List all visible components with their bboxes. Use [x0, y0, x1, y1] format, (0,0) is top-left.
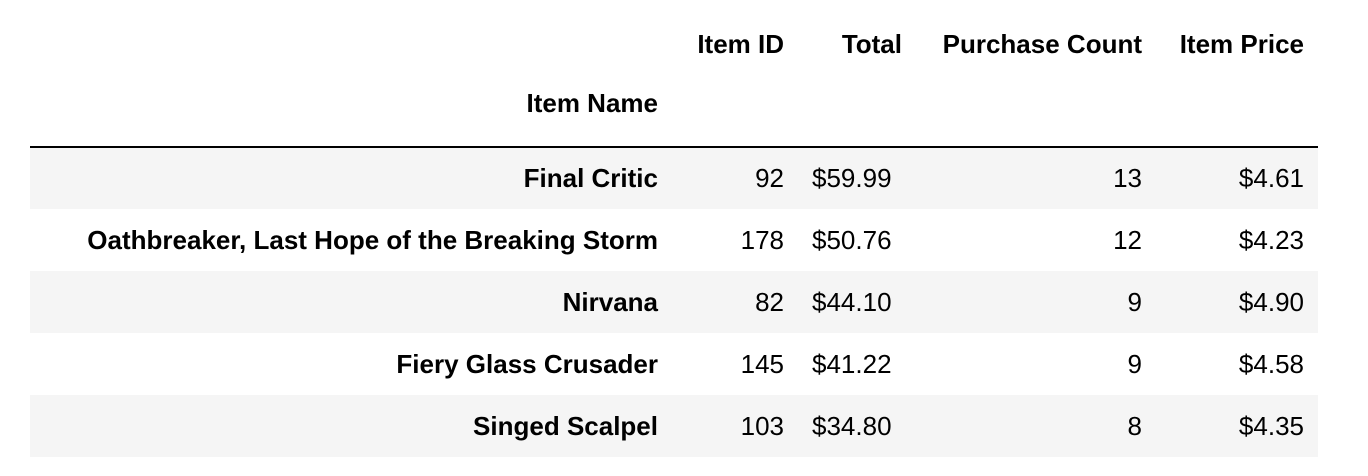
item-price-cell: $4.61 [1238, 163, 1304, 193]
index-header-row: Item Name [30, 88, 1318, 147]
item-price-cell: $4.23 [1238, 224, 1304, 255]
item-id-cell: 145 [740, 348, 784, 379]
item-price-cell: $4.58 [1238, 348, 1304, 379]
total-cell: $59.99 [812, 163, 892, 193]
total-cell: $44.10 [812, 286, 892, 317]
item-name-cell: Singed Scalpel [473, 410, 658, 441]
item-id-cell: 82 [755, 286, 784, 317]
blank-header-cell [1156, 88, 1318, 147]
column-header-row: Item ID Total Purchase Count Item Price [30, 0, 1318, 88]
purchase-count-cell: 13 [1113, 163, 1142, 193]
table-row: Singed Scalpel 103 $34.80 8 $4.35 [30, 395, 1318, 457]
blank-header-cell [916, 88, 1156, 147]
purchase-count-cell: 9 [1127, 286, 1142, 317]
index-header-item-name: Item Name [526, 88, 659, 118]
item-name-cell: Final Critic [523, 163, 658, 193]
total-cell: $34.80 [812, 410, 892, 441]
purchase-count-cell: 9 [1127, 348, 1142, 379]
column-header-item-price: Item Price [1179, 28, 1304, 59]
total-cell: $41.22 [812, 348, 892, 379]
item-price-cell: $4.90 [1238, 286, 1304, 317]
column-header-total: Total [841, 28, 902, 59]
table-body: Final Critic 92 $59.99 13 $4.61 Oathbrea… [30, 147, 1318, 457]
item-price-cell: $4.35 [1238, 410, 1304, 441]
item-name-cell: Oathbreaker, Last Hope of the Breaking S… [87, 224, 658, 255]
blank-header-cell [798, 88, 916, 147]
table-header: Item ID Total Purchase Count Item Price … [30, 0, 1318, 147]
dataframe-output: Item ID Total Purchase Count Item Price … [30, 0, 1318, 457]
item-id-cell: 103 [740, 410, 784, 441]
data-table: Item ID Total Purchase Count Item Price … [30, 0, 1318, 457]
blank-corner-cell [30, 0, 672, 88]
blank-header-cell [672, 88, 798, 147]
item-id-cell: 92 [755, 163, 784, 193]
table-row: Fiery Glass Crusader 145 $41.22 9 $4.58 [30, 333, 1318, 395]
column-header-purchase-count: Purchase Count [942, 28, 1142, 59]
table-row: Final Critic 92 $59.99 13 $4.61 [30, 147, 1318, 209]
table-row: Oathbreaker, Last Hope of the Breaking S… [30, 209, 1318, 271]
purchase-count-cell: 8 [1127, 410, 1142, 441]
total-cell: $50.76 [812, 224, 892, 255]
item-name-cell: Nirvana [562, 286, 658, 317]
purchase-count-cell: 12 [1113, 224, 1142, 255]
column-header-item-id: Item ID [697, 28, 784, 59]
item-name-cell: Fiery Glass Crusader [396, 348, 658, 379]
table-row: Nirvana 82 $44.10 9 $4.90 [30, 271, 1318, 333]
item-id-cell: 178 [740, 224, 784, 255]
